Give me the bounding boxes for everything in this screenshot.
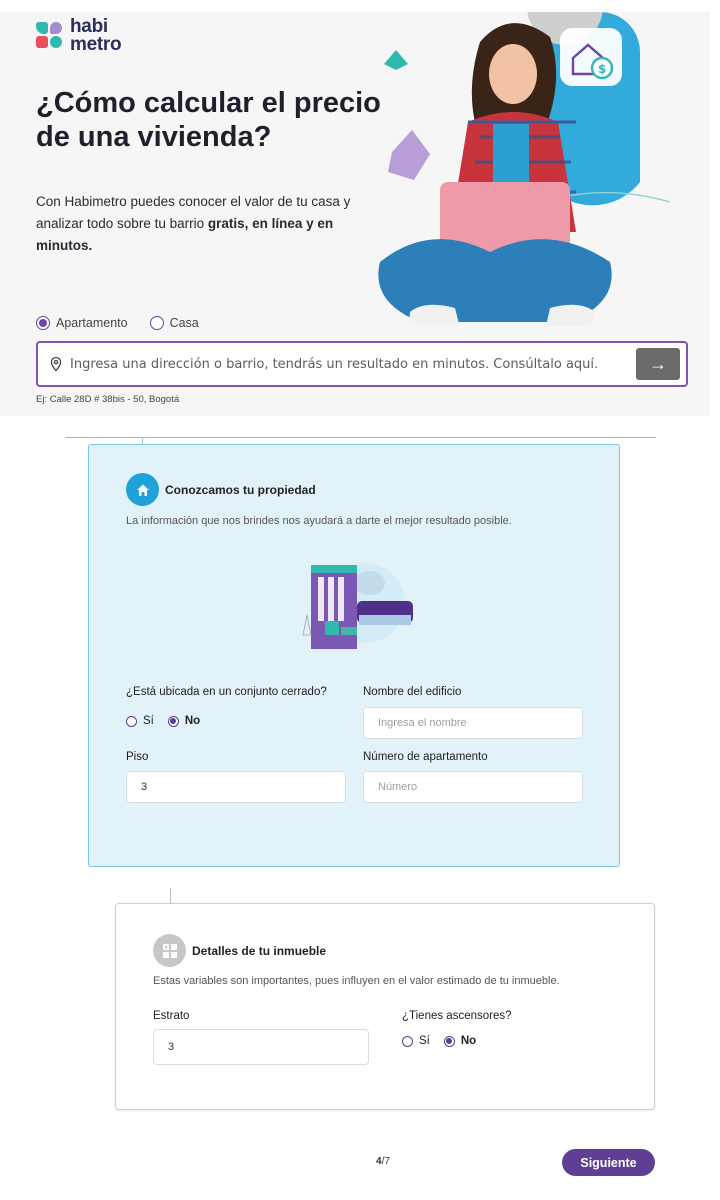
building-illustration bbox=[302, 563, 413, 649]
hero-description: Con Habimetro puedes conocer el valor de… bbox=[36, 194, 351, 253]
stratum-label: Estrato bbox=[153, 1010, 190, 1022]
gated-no-indicator[interactable] bbox=[167, 715, 179, 727]
elevator-options: Sí No bbox=[402, 1035, 476, 1047]
step-indicator: 4/7 bbox=[376, 1156, 390, 1167]
details-section-title: Detalles de tu inmueble bbox=[192, 943, 327, 958]
gated-yes-radio[interactable]: Sí bbox=[126, 715, 154, 727]
address-search-bar: → bbox=[36, 341, 688, 387]
apartment-number-label: Número de apartamento bbox=[363, 751, 488, 763]
address-search-input[interactable] bbox=[70, 356, 636, 372]
gated-community-options: Sí No bbox=[126, 715, 200, 727]
property-section-title: Conozcamos tu propiedad bbox=[165, 482, 316, 497]
woman-with-laptop-illustration: $ bbox=[378, 12, 670, 342]
logo-text: habi metro bbox=[70, 16, 122, 55]
property-section-header: Conozcamos tu propiedad bbox=[126, 473, 316, 506]
next-button[interactable]: Siguiente bbox=[562, 1149, 655, 1176]
radio-apartamento[interactable]: Apartamento bbox=[36, 316, 128, 330]
location-pin-icon bbox=[50, 356, 62, 372]
elevator-no-indicator[interactable] bbox=[443, 1035, 455, 1047]
stratum-input[interactable] bbox=[153, 1029, 369, 1065]
radio-casa-indicator[interactable] bbox=[149, 316, 164, 330]
property-details-card: Detalles de tu inmueble Estas variables … bbox=[115, 903, 655, 1110]
gated-yes-indicator[interactable] bbox=[126, 715, 137, 727]
property-info-card: Conozcamos tu propiedad La información q… bbox=[88, 444, 620, 867]
floor-input[interactable] bbox=[126, 771, 346, 803]
radio-apartamento-indicator[interactable] bbox=[36, 316, 50, 330]
apartment-number-input[interactable] bbox=[363, 771, 583, 803]
hero-banner: habi metro ¿Cómo calcular el precio de u… bbox=[0, 12, 710, 416]
elevator-no-radio[interactable]: No bbox=[443, 1035, 476, 1047]
elevator-label: ¿Tienes ascensores? bbox=[402, 1010, 512, 1022]
details-section-subtitle: Estas variables son importantes, pues in… bbox=[153, 975, 560, 987]
details-grid-icon bbox=[153, 934, 186, 967]
floor-label: Piso bbox=[126, 751, 149, 763]
home-icon bbox=[126, 473, 159, 506]
building-name-label: Nombre del edificio bbox=[363, 686, 462, 698]
property-type-selector: Apartamento Casa bbox=[36, 316, 199, 330]
logo-mark-icon bbox=[36, 22, 64, 50]
elevator-yes-radio[interactable]: Sí bbox=[402, 1035, 430, 1047]
arrow-right-icon: → bbox=[649, 353, 667, 374]
section-divider bbox=[66, 437, 656, 438]
elevator-yes-indicator[interactable] bbox=[402, 1035, 413, 1047]
details-section-header: Detalles de tu inmueble bbox=[153, 934, 326, 967]
property-section-subtitle: La información que nos brindes nos ayuda… bbox=[126, 515, 512, 527]
radio-casa[interactable]: Casa bbox=[149, 316, 199, 330]
habimetro-logo[interactable]: habi metro bbox=[36, 16, 122, 55]
search-example-hint: Ej: Calle 28D # 38bis - 50, Bogotá bbox=[36, 394, 180, 405]
gated-no-radio[interactable]: No bbox=[167, 715, 200, 727]
hero-title: ¿Cómo calcular el precio de una vivienda… bbox=[36, 87, 381, 153]
building-name-input[interactable] bbox=[363, 707, 583, 739]
search-submit-button[interactable]: → bbox=[636, 348, 680, 380]
gated-community-label: ¿Está ubicada en un conjunto cerrado? bbox=[126, 686, 327, 698]
svg-text:$: $ bbox=[598, 62, 606, 76]
